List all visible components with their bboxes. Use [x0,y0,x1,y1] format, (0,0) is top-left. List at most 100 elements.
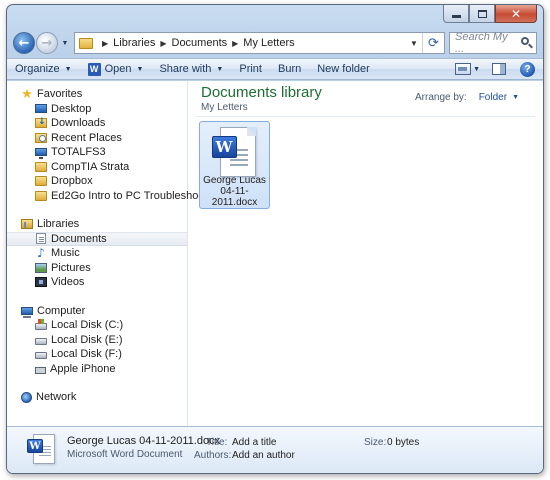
sidebar-item-comptia-strata[interactable]: CompTIA Strata [7,160,187,175]
burn-label: Burn [277,63,302,75]
sidebar-item-label: TOTALFS3 [51,146,106,159]
recent-places-icon [35,132,47,143]
sidebar-item-apple-iphone[interactable]: Apple iPhone [7,362,187,377]
title-field[interactable]: Add a title [232,437,276,448]
file-name: George Lucas 04-11-2011.docx [203,175,266,208]
recent-pages-dropdown[interactable]: ▼ [60,40,70,47]
sidebar-group-libraries[interactable]: Libraries [7,217,187,232]
word-document-icon: W [27,434,55,465]
address-controls: ▼ ⟳ [406,33,444,53]
sidebar-group-network[interactable]: Network [7,390,187,405]
film-icon [35,277,47,288]
view-options-chevron-icon[interactable]: ▼ [473,66,480,73]
breadcrumb-documents[interactable]: Documents [172,37,228,49]
details-pane: W George Lucas 04-11-2011.docx Microsoft… [7,426,543,473]
sidebar-group-favorites[interactable]: ★ Favorites [7,87,187,102]
sidebar-item-local-disk-f[interactable]: Local Disk (F:) [7,347,187,362]
sidebar-item-dropbox[interactable]: Dropbox [7,174,187,189]
explorer-window: ✕ ← → ▼ ▶ Libraries ▶ Documents ▶ My Let… [6,4,544,474]
sidebar-item-videos[interactable]: Videos [7,275,187,290]
address-bar[interactable]: ▶ Libraries ▶ Documents ▶ My Letters ▼ ⟳ [74,32,445,54]
search-placeholder: Search My ... [455,31,508,55]
back-button[interactable]: ← [13,32,35,54]
view-controls: ▼ ? [455,61,543,77]
help-icon[interactable]: ? [520,61,535,77]
navigation-pane: ★ Favorites Desktop Downloads Recent Pla… [7,81,222,426]
hard-drive-icon [35,337,47,345]
details-file-name: George Lucas 04-11-2011.docx [67,435,221,447]
music-note-icon: ♪ [37,245,45,260]
breadcrumb-my-letters[interactable]: My Letters [243,37,294,49]
sidebar-item-ed2go[interactable]: Ed2Go Intro to PC Troubleshooting [7,189,222,204]
sidebar-item-downloads[interactable]: Downloads [7,116,187,131]
sidebar-item-pictures[interactable]: Pictures [7,261,187,276]
print-button[interactable]: Print [231,59,270,79]
maximize-button[interactable] [469,5,495,23]
breadcrumb-chevron-icon[interactable]: ▶ [102,39,108,48]
address-history-dropdown-icon[interactable]: ▼ [406,39,422,48]
burn-button[interactable]: Burn [270,59,309,79]
search-icon[interactable] [518,34,536,52]
content-pane: Documents library My Letters Arrange by:… [188,81,543,426]
explorer-body: ★ Favorites Desktop Downloads Recent Pla… [7,81,543,426]
organize-button[interactable]: Organize ▼ [7,59,80,79]
sidebar-item-label: Dropbox [51,175,93,188]
sidebar-item-label: Desktop [51,102,92,115]
share-with-label: Share with [159,63,212,75]
open-label: Open [104,63,132,75]
chevron-down-icon: ▼ [136,65,144,73]
change-view-icon[interactable] [455,63,472,75]
folder-icon [35,176,47,187]
file-item[interactable]: W George Lucas 04-11-2011.docx [199,121,270,209]
sidebar-item-label: Apple iPhone [50,362,116,375]
sidebar-item-local-disk-e[interactable]: Local Disk (E:) [7,333,187,348]
sidebar-item-label: Local Disk (E:) [51,333,123,346]
arrange-by: Arrange by: Folder ▼ [415,92,519,103]
command-bar: Organize ▼ W Open ▼ Share with ▼ Print Burn… [7,58,543,80]
sidebar-item-documents[interactable]: Documents [7,231,187,246]
chevron-down-icon[interactable]: ▼ [512,94,519,101]
title-label: Title: [206,437,228,448]
authors-field[interactable]: Add an author [232,450,295,461]
star-icon: ★ [21,86,33,102]
sidebar-item-label: Pictures [51,261,91,274]
size-label: Size: [364,437,387,448]
minimize-button[interactable] [443,5,469,23]
new-folder-button[interactable]: New folder [309,59,378,79]
network-globe-icon [21,391,32,403]
breadcrumb-chevron-icon[interactable]: ▶ [160,39,166,48]
sidebar-item-label: Videos [51,276,85,289]
preview-pane-icon[interactable] [492,63,506,75]
open-button[interactable]: W Open ▼ [80,59,152,79]
share-with-button[interactable]: Share with ▼ [151,59,231,79]
minimize-icon [451,14,461,18]
documents-icon [36,233,46,245]
breadcrumb-chevron-icon[interactable]: ▶ [232,39,238,48]
forward-arrow-icon: → [41,35,53,51]
refresh-icon[interactable]: ⟳ [422,33,444,53]
print-label: Print [239,63,262,75]
search-input[interactable]: Search My ... [449,31,537,55]
computer-icon [21,306,33,318]
navigation-bar: ← → ▼ ▶ Libraries ▶ Documents ▶ My Lette… [13,30,537,56]
sidebar-group-label: Computer [37,304,86,317]
word-app-icon: W [87,62,101,76]
chevron-down-icon: ▼ [64,65,72,73]
organize-label: Organize [15,63,60,75]
chevron-down-icon: ▼ [216,65,224,73]
arrange-by-dropdown[interactable]: Folder [479,92,507,103]
sidebar-item-recent-places[interactable]: Recent Places [7,131,187,146]
sidebar-item-desktop[interactable]: Desktop [7,102,187,117]
sidebar-group-computer[interactable]: Computer [7,304,187,319]
size-value: 0 bytes [387,437,420,448]
sidebar-item-totalfs3[interactable]: TOTALFS3 [7,145,187,160]
camera-device-icon [35,366,46,374]
forward-button[interactable]: → [36,32,58,54]
new-folder-label: New folder [317,63,370,75]
sidebar-item-label: Downloads [51,117,106,130]
sidebar-item-local-disk-c[interactable]: Local Disk (C:) [7,318,187,333]
folder-icon [79,37,93,49]
sidebar-item-music[interactable]: ♪ Music [7,246,187,261]
breadcrumb-libraries[interactable]: Libraries [113,37,155,49]
close-button[interactable]: ✕ [495,5,537,23]
